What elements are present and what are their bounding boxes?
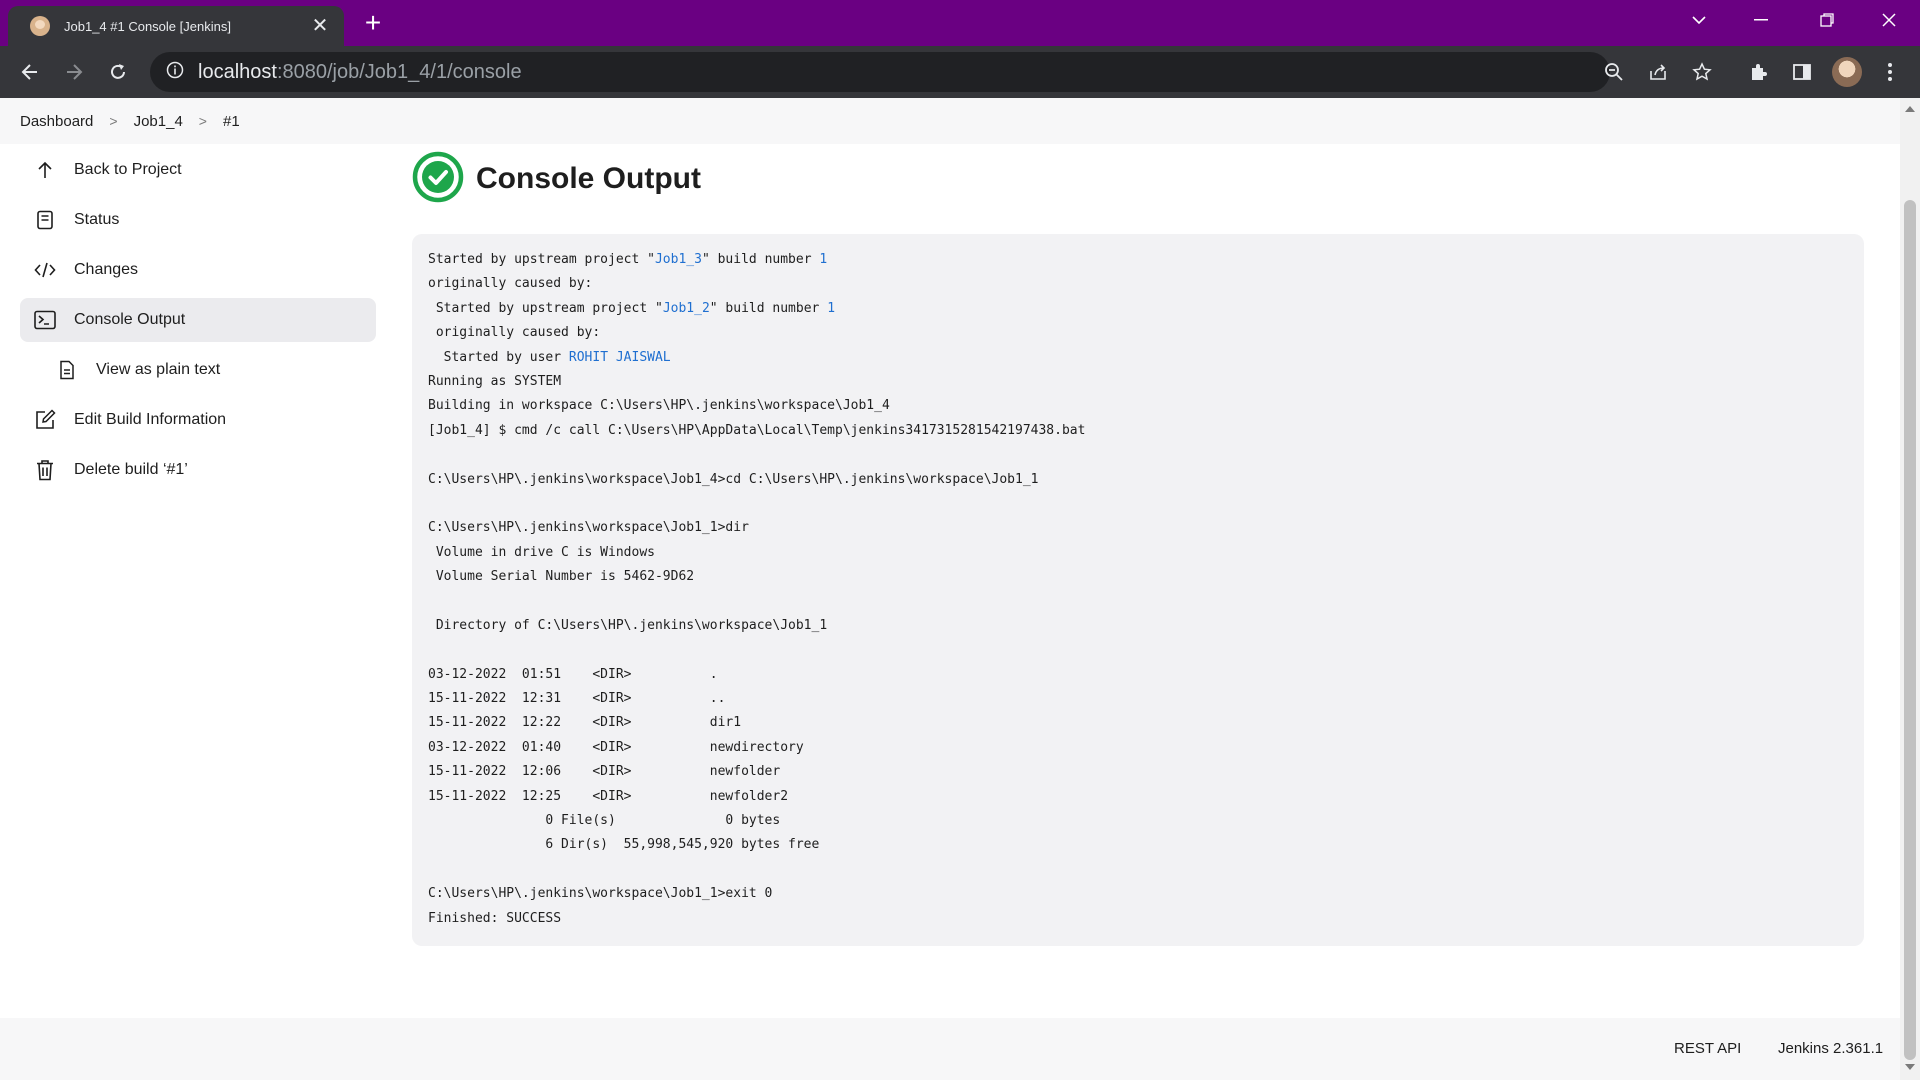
sidebar-item-edit-build-information[interactable]: Edit Build Information <box>20 398 376 442</box>
browser-tab-strip: Job1_4 #1 Console [Jenkins] ✕ + <box>0 0 1920 46</box>
tab-title: Job1_4 #1 Console [Jenkins] <box>64 18 231 34</box>
page-scrollbar[interactable] <box>1900 98 1920 1080</box>
console-line: originally caused by: <box>428 325 601 341</box>
sidebar-item-label: Console Output <box>74 311 186 328</box>
success-check-icon <box>412 151 464 208</box>
build-number-link[interactable]: 1 <box>827 301 835 316</box>
console-line: 6 Dir(s) 55,998,545,920 bytes free <box>428 837 820 853</box>
menu-kebab-icon[interactable] <box>1876 58 1904 86</box>
sidebar-item-delete-build[interactable]: Delete build ‘#1’ <box>20 448 376 492</box>
console-line: Building in workspace C:\Users\HP\.jenki… <box>428 398 890 414</box>
sidebar-item-view-plain-text[interactable]: View as plain text <box>20 348 376 392</box>
console-line: C:\Users\HP\.jenkins\workspace\Job1_1>ex… <box>428 886 773 902</box>
console-line: 15-11-2022 12:22 <DIR> dir1 <box>428 715 742 731</box>
page-title: Console Output <box>476 162 701 195</box>
breadcrumb-dashboard[interactable]: Dashboard <box>20 113 93 130</box>
close-tab-icon[interactable]: ✕ <box>308 14 332 38</box>
console-line: 15-11-2022 12:25 <DIR> newfolder2 <box>428 788 789 804</box>
user-link[interactable]: ROHIT JAISWAL <box>569 350 671 365</box>
sidebar-item-changes[interactable]: Changes <box>20 248 376 292</box>
sidebar-item-status[interactable]: Status <box>20 198 376 242</box>
jenkins-favicon-icon <box>30 16 50 36</box>
arrow-up-icon <box>34 159 56 181</box>
breadcrumb-build[interactable]: #1 <box>223 113 240 130</box>
profile-avatar[interactable] <box>1832 57 1862 87</box>
side-panel-icon[interactable] <box>1788 58 1816 86</box>
console-line: 15-11-2022 12:31 <DIR> .. <box>428 691 726 707</box>
edit-icon <box>34 409 56 431</box>
reload-icon[interactable] <box>102 56 134 88</box>
share-icon[interactable] <box>1644 58 1672 86</box>
breadcrumb: Dashboard > Job1_4 > #1 <box>0 98 1900 144</box>
console-line: Volume Serial Number is 5462-9D62 <box>428 569 695 585</box>
sidebar-item-label: Edit Build Information <box>74 411 227 428</box>
console-line: [Job1_4] $ cmd /c call C:\Users\HP\AppDa… <box>428 422 1086 438</box>
breadcrumb-chevron-icon: > <box>198 113 207 129</box>
sidebar-item-label: Changes <box>74 261 139 278</box>
sidebar: Back to Project Status Changes Console O… <box>20 148 376 498</box>
url-text: localhost:8080/job/Job1_4/1/console <box>198 60 522 83</box>
upstream-job-link[interactable]: Job1_3 <box>655 252 702 267</box>
sidebar-item-back-to-project[interactable]: Back to Project <box>20 148 376 192</box>
sidebar-item-label: Delete build ‘#1’ <box>74 461 188 478</box>
address-bar[interactable]: localhost:8080/job/Job1_4/1/console <box>150 52 1610 92</box>
scrollbar-thumb[interactable] <box>1904 200 1916 1060</box>
forward-icon[interactable] <box>58 56 90 88</box>
console-output-log: Started by upstream project "Job1_3" bui… <box>412 234 1864 946</box>
console-line: Finished: SUCCESS <box>428 910 562 926</box>
zoom-icon[interactable] <box>1600 58 1628 86</box>
console-line: Directory of C:\Users\HP\.jenkins\worksp… <box>428 617 828 633</box>
console-line: Volume in drive C is Windows <box>428 544 655 560</box>
console-line: 0 File(s) 0 bytes <box>428 812 781 828</box>
footer: REST API Jenkins 2.361.1 <box>0 1018 1900 1080</box>
console-line: Running as SYSTEM <box>428 373 562 389</box>
code-icon <box>34 259 56 281</box>
minimize-icon[interactable] <box>1730 0 1792 40</box>
console-line: Started by user ROHIT JAISWAL <box>428 349 671 365</box>
console-line: C:\Users\HP\.jenkins\workspace\Job1_1>di… <box>428 520 749 536</box>
rest-api-link[interactable]: REST API <box>1674 1040 1741 1057</box>
sidebar-item-label: View as plain text <box>96 361 221 378</box>
file-icon <box>56 359 78 381</box>
console-line: 03-12-2022 01:40 <DIR> newdirectory <box>428 739 804 755</box>
jenkins-version-link[interactable]: Jenkins 2.361.1 <box>1778 1040 1883 1057</box>
new-tab-button[interactable]: + <box>358 8 388 38</box>
bookmark-star-icon[interactable] <box>1688 58 1716 86</box>
page-heading: Console Output <box>412 151 1864 208</box>
scroll-down-icon[interactable] <box>1905 1064 1915 1070</box>
site-info-icon[interactable] <box>166 61 184 84</box>
sidebar-item-console-output[interactable]: Console Output <box>20 298 376 342</box>
browser-tab[interactable]: Job1_4 #1 Console [Jenkins] ✕ <box>8 6 344 46</box>
console-line: C:\Users\HP\.jenkins\workspace\Job1_4>cd… <box>428 471 1039 487</box>
console-line: originally caused by: <box>428 276 593 292</box>
breadcrumb-job[interactable]: Job1_4 <box>134 113 183 130</box>
sidebar-item-label: Back to Project <box>74 161 182 178</box>
breadcrumb-chevron-icon: > <box>109 113 118 129</box>
sidebar-item-label: Status <box>74 211 120 228</box>
document-icon <box>34 209 56 231</box>
console-line: Started by upstream project "Job1_2" bui… <box>428 300 836 316</box>
console-line: 03-12-2022 01:51 <DIR> . <box>428 666 718 682</box>
upstream-job-link[interactable]: Job1_2 <box>663 301 710 316</box>
extensions-icon[interactable] <box>1744 58 1772 86</box>
browser-toolbar: localhost:8080/job/Job1_4/1/console <box>0 46 1920 98</box>
console-line: Started by upstream project "Job1_3" bui… <box>428 252 828 267</box>
back-icon[interactable] <box>14 56 46 88</box>
jenkins-page: Dashboard > Job1_4 > #1 Back to Project … <box>0 98 1900 1080</box>
main-content: Console Output Started by upstream proje… <box>412 151 1864 946</box>
terminal-icon <box>34 309 56 331</box>
build-number-link[interactable]: 1 <box>819 252 827 267</box>
close-window-icon[interactable] <box>1858 0 1920 40</box>
trash-icon <box>34 459 56 481</box>
restore-icon[interactable] <box>1796 0 1858 40</box>
tab-search-icon[interactable] <box>1668 0 1730 40</box>
scroll-up-icon[interactable] <box>1905 106 1915 112</box>
console-line: 15-11-2022 12:06 <DIR> newfolder <box>428 764 781 780</box>
